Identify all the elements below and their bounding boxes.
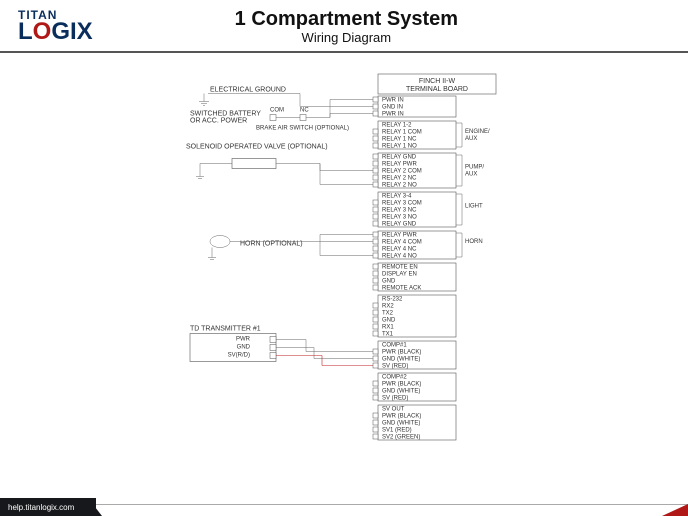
svg-text:BRAKE AIR SWITCH (OPTIONAL): BRAKE AIR SWITCH (OPTIONAL): [256, 126, 349, 132]
svg-text:COM: COM: [270, 108, 284, 114]
svg-text:GND (WHITE): GND (WHITE): [382, 389, 420, 395]
svg-text:ELECTRICAL GROUND: ELECTRICAL GROUND: [210, 87, 286, 94]
svg-text:HORN: HORN: [465, 239, 483, 245]
svg-text:GND: GND: [237, 345, 251, 351]
svg-text:GND (WHITE): GND (WHITE): [382, 357, 420, 363]
svg-text:RS-232: RS-232: [382, 297, 403, 303]
page-title: 1 Compartment System: [23, 8, 670, 31]
header: TITAN LOGIX 1 Compartment System Wiring …: [0, 0, 688, 53]
svg-text:RELAY 3-4: RELAY 3-4: [382, 194, 412, 200]
svg-text:PWR IN: PWR IN: [382, 112, 404, 118]
svg-text:RELAY 2 NC: RELAY 2 NC: [382, 176, 417, 182]
wiring-diagram: FINCH II-WTERMINAL BOARDPWR INGND INPWR …: [0, 50, 688, 480]
svg-text:RELAY 2 NO: RELAY 2 NO: [382, 183, 417, 189]
svg-text:GND (WHITE): GND (WHITE): [382, 421, 420, 427]
svg-text:SOLENOID OPERATED VALVE (OPTIO: SOLENOID OPERATED VALVE (OPTIONAL): [186, 144, 328, 151]
svg-text:RELAY 3 NC: RELAY 3 NC: [382, 208, 417, 214]
svg-text:FINCH II-W: FINCH II-W: [419, 78, 456, 85]
svg-text:SV2 (GREEN): SV2 (GREEN): [382, 435, 420, 441]
svg-text:PWR IN: PWR IN: [382, 98, 404, 104]
svg-text:REMOTE EN: REMOTE EN: [382, 265, 418, 271]
svg-text:RELAY 4 COM: RELAY 4 COM: [382, 240, 422, 246]
svg-text:RELAY 1 COM: RELAY 1 COM: [382, 130, 422, 136]
svg-text:REMOTE ACK: REMOTE ACK: [382, 286, 421, 292]
svg-text:LIGHT: LIGHT: [465, 204, 483, 210]
svg-text:RELAY 4 NC: RELAY 4 NC: [382, 247, 417, 253]
svg-text:RX1: RX1: [382, 325, 394, 331]
accent-corner: [662, 504, 688, 516]
svg-text:OR ACC. POWER: OR ACC. POWER: [190, 118, 247, 125]
svg-text:SV (RED): SV (RED): [382, 396, 408, 402]
svg-text:PWR (BLACK): PWR (BLACK): [382, 382, 421, 388]
svg-text:AUX: AUX: [465, 136, 477, 142]
footer-url: help.titanlogix.com: [0, 498, 96, 516]
svg-text:PWR: PWR: [236, 337, 251, 343]
svg-text:COMP#1: COMP#1: [382, 343, 407, 349]
svg-text:RELAY 1 NO: RELAY 1 NO: [382, 144, 417, 150]
svg-text:TX1: TX1: [382, 332, 394, 338]
svg-text:GND IN: GND IN: [382, 105, 403, 111]
svg-text:RELAY GND: RELAY GND: [382, 155, 417, 161]
svg-text:PWR (BLACK): PWR (BLACK): [382, 350, 421, 356]
svg-text:RELAY 1-2: RELAY 1-2: [382, 123, 412, 129]
svg-text:SV OUT: SV OUT: [382, 407, 405, 413]
footer: help.titanlogix.com: [0, 498, 688, 516]
svg-text:DISPLAY EN: DISPLAY EN: [382, 272, 417, 278]
svg-text:SWITCHED BATTERY: SWITCHED BATTERY: [190, 111, 261, 118]
page-subtitle: Wiring Diagram: [23, 30, 670, 45]
svg-text:RELAY 3 NO: RELAY 3 NO: [382, 215, 417, 221]
svg-text:RELAY 4 NO: RELAY 4 NO: [382, 254, 417, 260]
svg-text:ENGINE/: ENGINE/: [465, 129, 490, 135]
svg-text:PUMP/: PUMP/: [465, 165, 484, 171]
svg-text:RELAY 2 COM: RELAY 2 COM: [382, 169, 422, 175]
svg-text:RELAY GND: RELAY GND: [382, 222, 417, 228]
svg-text:RELAY 3 COM: RELAY 3 COM: [382, 201, 422, 207]
svg-text:AUX: AUX: [465, 172, 477, 178]
svg-text:SV (RED): SV (RED): [382, 364, 408, 370]
svg-text:RELAY 1 NC: RELAY 1 NC: [382, 137, 417, 143]
svg-text:SV(R/D): SV(R/D): [228, 353, 250, 359]
svg-text:GND: GND: [382, 279, 396, 285]
svg-text:GND: GND: [382, 318, 396, 324]
svg-text:COMP#2: COMP#2: [382, 375, 407, 381]
svg-text:TX2: TX2: [382, 311, 394, 317]
svg-text:TD TRANSMITTER #1: TD TRANSMITTER #1: [190, 326, 261, 333]
svg-text:SV1 (RED): SV1 (RED): [382, 428, 412, 434]
svg-text:RELAY PWR: RELAY PWR: [382, 162, 417, 168]
svg-text:PWR (BLACK): PWR (BLACK): [382, 414, 421, 420]
svg-text:TERMINAL BOARD: TERMINAL BOARD: [406, 86, 468, 93]
svg-text:RELAY PWR: RELAY PWR: [382, 233, 417, 239]
title-block: 1 Compartment System Wiring Diagram: [23, 8, 670, 45]
svg-text:RX2: RX2: [382, 304, 394, 310]
svg-text:NC: NC: [300, 108, 309, 114]
